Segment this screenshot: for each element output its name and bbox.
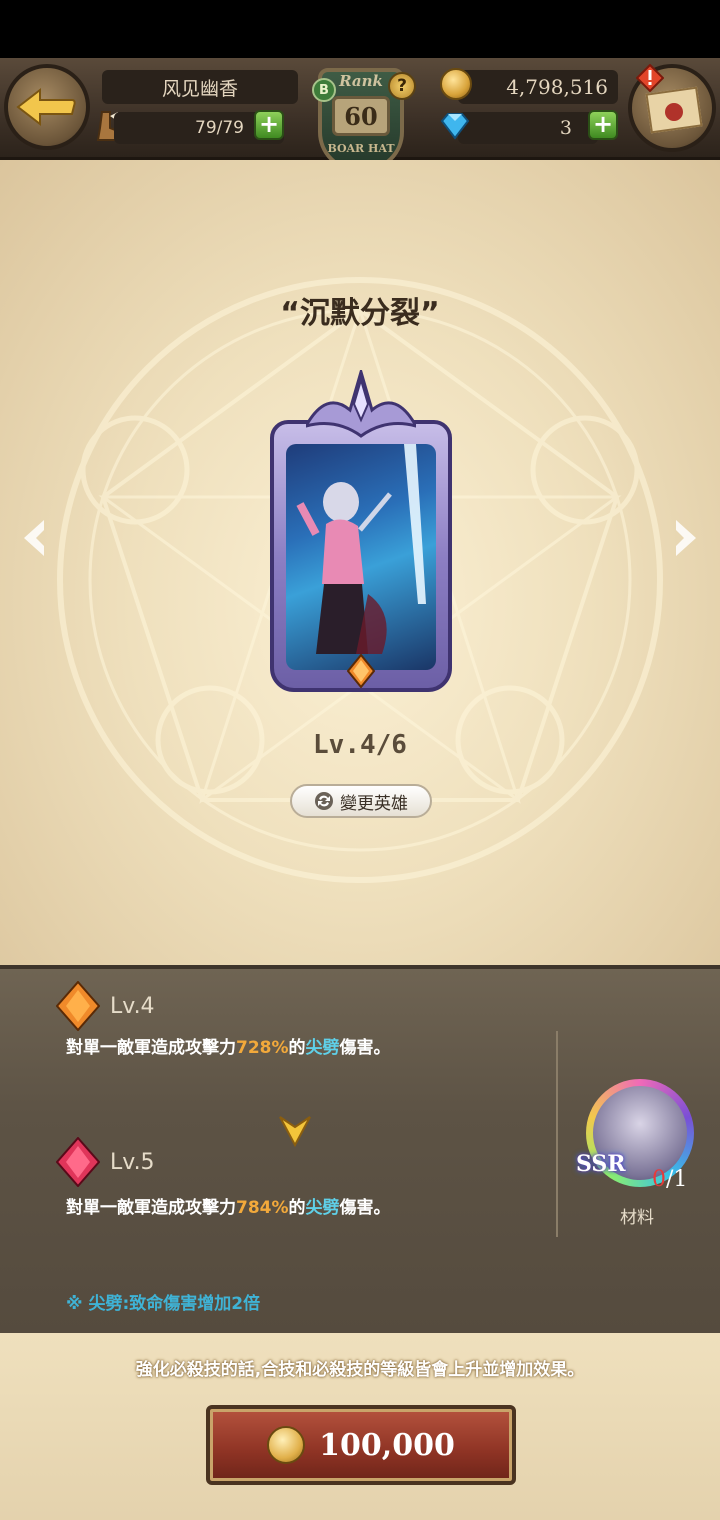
next-level-row: Lv.5: [56, 1137, 155, 1187]
next-level-description: 對單一敵軍造成攻擊力784%的尖劈傷害。: [66, 1193, 391, 1218]
skill-upgrade-panel: Lv.4 對單一敵軍造成攻擊力728%的尖劈傷害。 Lv.5 對單一敵軍造成攻擊…: [0, 965, 720, 1333]
player-name: 风见幽香: [102, 70, 298, 104]
back-arrow-icon: [16, 87, 76, 127]
swap-icon: [315, 792, 333, 810]
upgrade-arrow-icon: [279, 1116, 311, 1147]
hero-skill-card[interactable]: [270, 370, 452, 706]
coin-icon: [440, 68, 472, 100]
back-button[interactable]: [4, 64, 90, 150]
plus-icon: +: [258, 110, 280, 138]
damage-percent: 784%: [236, 1198, 289, 1218]
coin-icon: [267, 1426, 306, 1464]
gem-counter: 3: [458, 112, 598, 144]
desc-text: 對單一敵軍造成攻擊力: [66, 1198, 236, 1218]
skill-level: Lv.4/6: [313, 730, 407, 760]
plus-icon: +: [592, 110, 614, 138]
upgrade-button[interactable]: 100,000: [206, 1405, 516, 1485]
card-gem-icon: [347, 654, 375, 688]
next-level-label: Lv.5: [110, 1149, 155, 1175]
bottom-bar: 強化必殺技的話,合技和必殺技的等級皆會上升並增加效果。 100,000: [0, 1333, 720, 1520]
help-icon[interactable]: ?: [388, 72, 416, 100]
alert-icon: [636, 64, 664, 92]
rank-tag: B: [312, 78, 336, 102]
current-level-description: 對單一敵軍造成攻擊力728%的尖劈傷害。: [66, 1033, 391, 1058]
change-hero-label: 變更英雄: [340, 793, 408, 814]
material-label: 材料: [620, 1208, 654, 1228]
red-gem-icon: [56, 1137, 100, 1187]
current-level-row: Lv.4: [56, 981, 155, 1031]
damage-type: 尖劈: [305, 1038, 340, 1058]
previous-skill-arrow-icon[interactable]: [20, 516, 56, 560]
damage-type: 尖劈: [305, 1198, 340, 1218]
orange-gem-icon: [56, 981, 100, 1031]
desc-text: 對單一敵軍造成攻擊力: [66, 1038, 236, 1058]
damage-percent: 728%: [236, 1038, 289, 1058]
panel-divider: [556, 1031, 558, 1237]
upgrade-cost: 100,000: [319, 1427, 455, 1463]
desc-text: 傷害。: [339, 1038, 391, 1058]
desc-text: 的: [288, 1038, 306, 1058]
desc-text: 傷害。: [339, 1198, 391, 1218]
top-header: 风见幽香 79/79 + Rank 60 BOAR HAT B ? 4,798,…: [0, 58, 720, 172]
rarity-badge: SSR: [576, 1151, 626, 1177]
material-slot[interactable]: SSR 0/1 材料: [576, 1079, 694, 1228]
rank-value: 60: [332, 96, 390, 136]
rank-title: BOAR HAT: [327, 142, 395, 155]
current-level-label: Lv.4: [110, 993, 155, 1019]
hero-portrait: [286, 444, 436, 670]
status-bar: [0, 0, 720, 58]
add-gems-button[interactable]: +: [588, 110, 618, 140]
material-required: /1: [666, 1167, 688, 1192]
damage-type-note: ※ 尖劈:致命傷害增加2倍: [66, 1294, 261, 1314]
desc-text: 的: [288, 1198, 306, 1218]
material-owned: 0: [652, 1167, 666, 1192]
material-count: 0/1: [652, 1167, 687, 1192]
add-stamina-button[interactable]: +: [254, 110, 284, 140]
skill-showcase: “沉默分裂” Lv.4/6 變更英雄: [0, 160, 720, 965]
gold-counter: 4,798,516: [458, 70, 618, 104]
next-skill-arrow-icon[interactable]: [664, 516, 700, 560]
gem-icon: [440, 113, 470, 140]
mail-seal: [665, 103, 683, 121]
upgrade-hint: 強化必殺技的話,合技和必殺技的等級皆會上升並增加效果。: [135, 1360, 585, 1380]
card-crown-icon: [306, 370, 416, 438]
skill-title: “沉默分裂”: [280, 296, 440, 331]
change-hero-button[interactable]: 變更英雄: [290, 784, 432, 818]
